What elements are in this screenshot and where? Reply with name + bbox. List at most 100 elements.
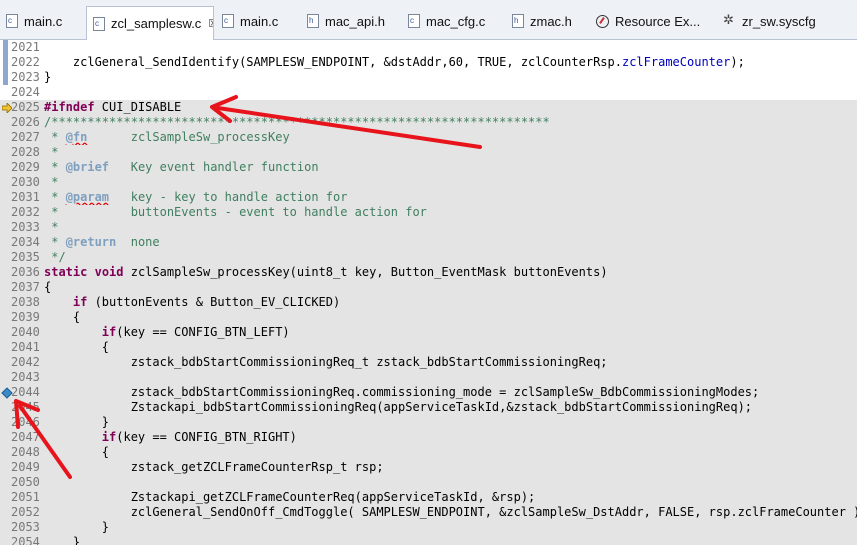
- code-line[interactable]: 2054 }: [0, 535, 857, 545]
- gutter[interactable]: [0, 280, 11, 295]
- gutter[interactable]: [0, 40, 11, 55]
- code-line[interactable]: 2041 {: [0, 340, 857, 355]
- tab-resource-explorer[interactable]: Resource Ex...: [596, 8, 716, 34]
- line-number: 2026: [11, 115, 40, 129]
- code-line[interactable]: 2045 Zstackapi_bdbStartCommissioningReq(…: [0, 400, 857, 415]
- gutter[interactable]: [0, 385, 13, 400]
- tab-mac-cfg-c[interactable]: mac_cfg.c: [408, 8, 503, 34]
- code-line[interactable]: 2052 zclGeneral_SendOnOff_CmdToggle( SAM…: [0, 505, 857, 520]
- line-number: 2042: [11, 355, 40, 369]
- code-line[interactable]: 2049 zstack_getZCLFrameCounterRsp_t rsp;: [0, 460, 857, 475]
- gutter[interactable]: [0, 430, 11, 445]
- gutter[interactable]: [0, 205, 11, 220]
- line-code: zstack_getZCLFrameCounterRsp_t rsp;: [44, 460, 384, 474]
- gutter[interactable]: [0, 85, 11, 100]
- code-line[interactable]: 2040 if(key == CONFIG_BTN_LEFT): [0, 325, 857, 340]
- gutter[interactable]: [0, 160, 11, 175]
- gutter[interactable]: [0, 520, 11, 535]
- code-line[interactable]: 2051 Zstackapi_getZCLFrameCounterReq(app…: [0, 490, 857, 505]
- gutter[interactable]: [0, 100, 13, 115]
- gutter[interactable]: [0, 400, 11, 415]
- line-code: *: [44, 175, 59, 189]
- line-code: zclGeneral_SendOnOff_CmdToggle( SAMPLESW…: [44, 505, 857, 519]
- gutter[interactable]: [0, 145, 11, 160]
- line-code: Zstackapi_bdbStartCommissioningReq(appSe…: [44, 400, 753, 414]
- code-line[interactable]: 2028 *: [0, 145, 857, 160]
- line-code: {: [44, 280, 52, 294]
- gutter[interactable]: [0, 475, 11, 490]
- code-line[interactable]: 2030 *: [0, 175, 857, 190]
- gutter[interactable]: [0, 340, 11, 355]
- tab-label: main.c: [24, 13, 63, 29]
- code-line[interactable]: 2026 /***********************************…: [0, 115, 857, 130]
- line-number: 2027: [11, 130, 40, 144]
- code-line[interactable]: 2037 {: [0, 280, 857, 295]
- gutter[interactable]: [0, 295, 11, 310]
- tab-zmac-h[interactable]: zmac.h: [512, 8, 588, 34]
- code-line[interactable]: 2053 }: [0, 520, 857, 535]
- c-file-icon: [222, 14, 234, 28]
- line-code: * buttonEvents - event to handle action …: [44, 205, 427, 219]
- code-line[interactable]: 2027 * @fn zclSampleSw_processKey: [0, 130, 857, 145]
- gutter[interactable]: [0, 310, 11, 325]
- code-line[interactable]: 2024: [0, 85, 857, 100]
- tab-main-c-1[interactable]: main.c: [6, 8, 82, 34]
- gutter[interactable]: [0, 490, 11, 505]
- code-line[interactable]: 2022 zclGeneral_SendIdentify(SAMPLESW_EN…: [0, 55, 857, 70]
- line-number: 2032: [11, 205, 40, 219]
- code-line[interactable]: 2050: [0, 475, 857, 490]
- gutter[interactable]: [0, 370, 11, 385]
- code-line[interactable]: 2047 if(key == CONFIG_BTN_RIGHT): [0, 430, 857, 445]
- code-line[interactable]: 2046 }: [0, 415, 857, 430]
- gutter[interactable]: [0, 535, 11, 545]
- gutter[interactable]: [0, 505, 11, 520]
- tab-zr-sw-syscfg[interactable]: zr_sw.syscfg: [724, 8, 829, 34]
- code-line[interactable]: 2042 zstack_bdbStartCommissioningReq_t z…: [0, 355, 857, 370]
- code-line[interactable]: 2033 *: [0, 220, 857, 235]
- tab-zcl-samplesw-c[interactable]: zcl_samplesw.c ☒: [86, 6, 214, 40]
- gutter[interactable]: [0, 235, 11, 250]
- line-number: 2039: [11, 310, 40, 324]
- gutter[interactable]: [0, 115, 11, 130]
- code-line[interactable]: 2029 * @brief Key event handler function: [0, 160, 857, 175]
- gutter[interactable]: [0, 250, 11, 265]
- code-line[interactable]: 2043: [0, 370, 857, 385]
- tab-main-c-2[interactable]: main.c: [222, 8, 302, 34]
- code-editor[interactable]: 2021 2022 zclGeneral_SendIdentify(SAMPLES…: [0, 40, 857, 545]
- line-number: 2023: [11, 70, 40, 84]
- gutter[interactable]: [0, 265, 11, 280]
- code-line[interactable]: 2039 {: [0, 310, 857, 325]
- gutter[interactable]: [0, 190, 11, 205]
- gutter[interactable]: [0, 415, 11, 430]
- tab-mac-api-h[interactable]: mac_api.h: [307, 8, 407, 34]
- line-code: }: [44, 535, 81, 545]
- code-line[interactable]: 2025 #ifndef CUI_DISABLE: [0, 100, 857, 115]
- code-line[interactable]: 2032 * buttonEvents - event to handle ac…: [0, 205, 857, 220]
- code-line[interactable]: 2036 static void zclSampleSw_processKey(u…: [0, 265, 857, 280]
- gutter[interactable]: [0, 130, 11, 145]
- gutter[interactable]: [0, 55, 11, 70]
- gutter[interactable]: [0, 175, 11, 190]
- line-number: 2036: [11, 265, 40, 279]
- line-number: 2038: [11, 295, 40, 309]
- gutter[interactable]: [0, 70, 11, 85]
- gutter[interactable]: [0, 445, 11, 460]
- code-line[interactable]: 2034 * @return none: [0, 235, 857, 250]
- tab-label: mac_cfg.c: [426, 13, 486, 29]
- gutter[interactable]: [0, 355, 11, 370]
- c-file-icon: [93, 16, 105, 31]
- line-code: zclGeneral_SendIdentify(SAMPLESW_ENDPOIN…: [44, 55, 745, 69]
- gutter[interactable]: [0, 460, 11, 475]
- close-tab-icon[interactable]: ☒: [208, 17, 213, 30]
- code-line[interactable]: 2031 * @param key - key to handle action…: [0, 190, 857, 205]
- code-line[interactable]: 2035 */: [0, 250, 857, 265]
- gutter[interactable]: [0, 220, 11, 235]
- code-line[interactable]: 2023}: [0, 70, 857, 85]
- line-code: if(key == CONFIG_BTN_LEFT): [101, 325, 290, 339]
- code-line[interactable]: 2038 if (buttonEvents & Button_EV_CLICKE…: [0, 295, 857, 310]
- code-line[interactable]: 2048 {: [0, 445, 857, 460]
- line-code: *: [44, 220, 59, 234]
- gutter[interactable]: [0, 325, 11, 340]
- code-line[interactable]: 2021: [0, 40, 857, 55]
- code-line[interactable]: 2044 zstack_bdbStartCommissioningReq.com…: [0, 385, 857, 400]
